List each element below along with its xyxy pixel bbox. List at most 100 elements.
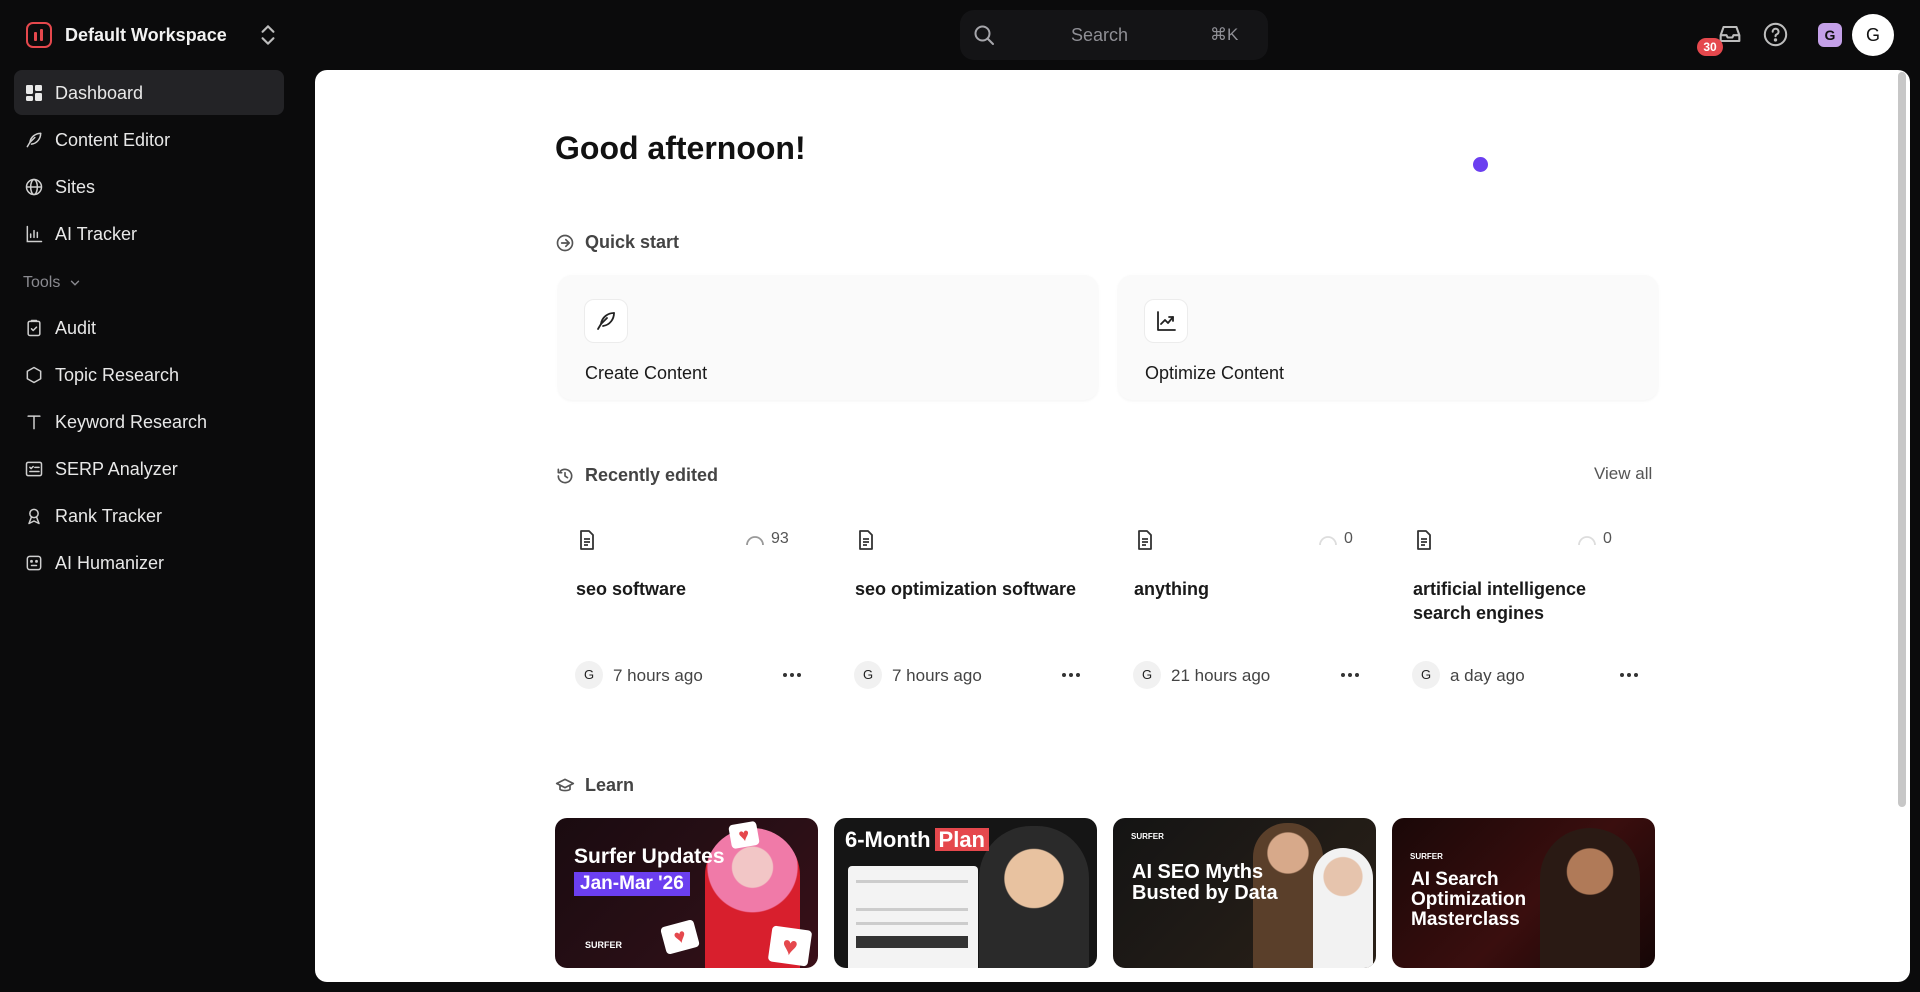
search-bar[interactable]: Search ⌘K — [960, 10, 1268, 60]
sidebar-item-label: Sites — [55, 177, 96, 197]
recent-doc-card[interactable]: 0 artificial intelligence search engines… — [1392, 515, 1656, 695]
doc-title: seo software — [576, 579, 687, 599]
status-dot — [1473, 157, 1488, 172]
learn-card-title: 6-Month — [845, 827, 931, 852]
recent-doc-card[interactable]: seo optimization software G 7 hours ago — [834, 515, 1098, 695]
doc-title: anything — [1134, 579, 1209, 599]
more-options-icon[interactable] — [1059, 665, 1083, 685]
sidebar-item-dashboard[interactable]: Dashboard — [14, 70, 284, 115]
avatar: G — [854, 661, 882, 689]
hexagon-icon — [26, 366, 42, 384]
sidebar-item-label: SERP Analyzer — [55, 459, 178, 479]
search-placeholder: Search — [1071, 25, 1129, 45]
sidebar-item-topic-research[interactable]: Topic Research — [14, 352, 284, 397]
page-title: Good afternoon! — [555, 130, 806, 166]
learn-card-title: Surfer Updates — [574, 845, 725, 868]
sidebar-item-ai-tracker[interactable]: AI Tracker — [14, 211, 284, 256]
doc-edited-time: 21 hours ago — [1171, 666, 1271, 685]
scrollbar[interactable] — [1898, 72, 1906, 807]
sidebar-item-serp-analyzer[interactable]: SERP Analyzer — [14, 446, 284, 491]
sidebar-item-audit[interactable]: Audit — [14, 305, 284, 350]
more-options-icon[interactable] — [1338, 665, 1362, 685]
avatar: G — [1133, 661, 1161, 689]
help-icon[interactable] — [1762, 21, 1789, 48]
more-options-icon[interactable] — [1617, 665, 1641, 685]
sidebar-item-keyword-research[interactable]: Keyword Research — [14, 399, 284, 444]
sidebar-item-label: Rank Tracker — [55, 506, 163, 526]
sidebar-item-content-editor[interactable]: Content Editor — [14, 117, 284, 162]
surfer-brand-label: SURFER — [585, 940, 623, 950]
avatar: G — [575, 661, 603, 689]
heart-sticker-icon: ♥ — [659, 919, 701, 955]
create-content-card[interactable]: Create Content — [558, 275, 1098, 400]
score-gauge-icon — [1578, 536, 1596, 546]
workspace-selector[interactable]: Default Workspace — [26, 20, 227, 50]
score-gauge-icon — [746, 536, 764, 546]
sidebar: Dashboard Content Editor Sites AI Tracke… — [0, 70, 300, 992]
learn-card-ai-seo-myths[interactable]: SURFER AI SEO Myths Busted by Data — [1113, 818, 1376, 968]
sidebar-item-label: Content Editor — [55, 130, 171, 150]
feather-icon — [584, 299, 628, 343]
document-icon — [1138, 530, 1152, 550]
create-content-label: Create Content — [585, 363, 708, 383]
sidebar-item-rank-tracker[interactable]: Rank Tracker — [14, 493, 284, 538]
learn-card-title: AI Search Optimization Masterclass — [1411, 869, 1527, 930]
chart-icon — [26, 225, 43, 243]
person-graphic — [1313, 848, 1373, 968]
sidebar-item-label: Dashboard — [55, 83, 144, 103]
clipboard-check-icon — [27, 319, 41, 337]
chevron-down-icon — [71, 280, 80, 286]
notification-badge: 30 — [1697, 38, 1723, 56]
globe-icon — [25, 178, 43, 196]
heart-sticker-icon: ♥ — [728, 820, 760, 850]
learn-card-highlight: Jan-Mar '26 — [574, 872, 690, 896]
search-icon — [974, 25, 994, 45]
optimize-content-label: Optimize Content — [1145, 363, 1285, 383]
user-avatar[interactable]: G — [1852, 14, 1894, 56]
main-content: Good afternoon! Quick start Create Conte… — [315, 70, 1910, 982]
learn-card-title-row: 6-Month Plan — [845, 828, 989, 851]
robot-face-icon — [26, 555, 42, 571]
learn-card-surfer-updates[interactable]: ♥ ♥ ♥ Surfer Updates Jan-Mar '26 SURFER — [555, 818, 818, 968]
view-all-link[interactable]: View all — [1594, 464, 1652, 484]
chevron-up-down-icon[interactable] — [255, 22, 281, 48]
avatar: G — [1412, 661, 1440, 689]
recently-edited-heading: Recently edited — [555, 465, 718, 486]
list-check-icon — [25, 461, 43, 477]
award-icon — [28, 508, 40, 525]
recent-doc-card[interactable]: 0 anything G 21 hours ago — [1113, 515, 1377, 695]
workspace-avatar[interactable]: G — [1818, 23, 1842, 47]
content-score: 93 — [745, 530, 789, 548]
doc-title: seo optimization software — [855, 579, 1077, 599]
document-icon — [859, 530, 873, 550]
content-score: 0 — [1577, 530, 1612, 548]
more-options-icon[interactable] — [780, 665, 804, 685]
tools-label: Tools — [23, 274, 61, 291]
heart-sticker-icon: ♥ — [767, 925, 813, 967]
doc-title: artificial intelligence search engines — [1413, 579, 1587, 623]
dashboard-icon — [26, 85, 42, 101]
workspace-name: Default Workspace — [65, 24, 227, 45]
document-icon — [580, 530, 594, 550]
search-shortcut: ⌘K — [1210, 25, 1239, 44]
recent-doc-card[interactable]: 93 seo software G 7 hours ago — [555, 515, 819, 695]
tools-section-toggle[interactable]: Tools — [23, 274, 82, 292]
quick-start-title: Quick start — [585, 232, 680, 252]
learn-card-title: AI SEO Myths Busted by Data — [1132, 861, 1278, 904]
dashboard-screenshot-graphic — [848, 866, 978, 968]
learn-card-ai-search-masterclass[interactable]: SURFER AI Search Optimization Masterclas… — [1392, 818, 1655, 968]
learn-title: Learn — [585, 775, 635, 795]
sidebar-item-ai-humanizer[interactable]: AI Humanizer — [14, 540, 284, 585]
history-icon — [557, 468, 573, 483]
sign-in-icon — [556, 234, 574, 251]
sidebar-item-label: Keyword Research — [55, 412, 208, 432]
trending-chart-icon — [1144, 299, 1188, 343]
optimize-content-card[interactable]: Optimize Content — [1118, 275, 1658, 400]
learn-card-highlight: Plan — [934, 828, 989, 851]
feather-icon — [26, 132, 42, 148]
sidebar-item-sites[interactable]: Sites — [14, 164, 284, 209]
learn-card-6-month-plan[interactable]: 6-Month Plan — [834, 818, 1097, 968]
learn-heading: Learn — [555, 775, 634, 796]
recently-edited-title: Recently edited — [585, 465, 719, 485]
text-t-icon — [27, 415, 41, 430]
